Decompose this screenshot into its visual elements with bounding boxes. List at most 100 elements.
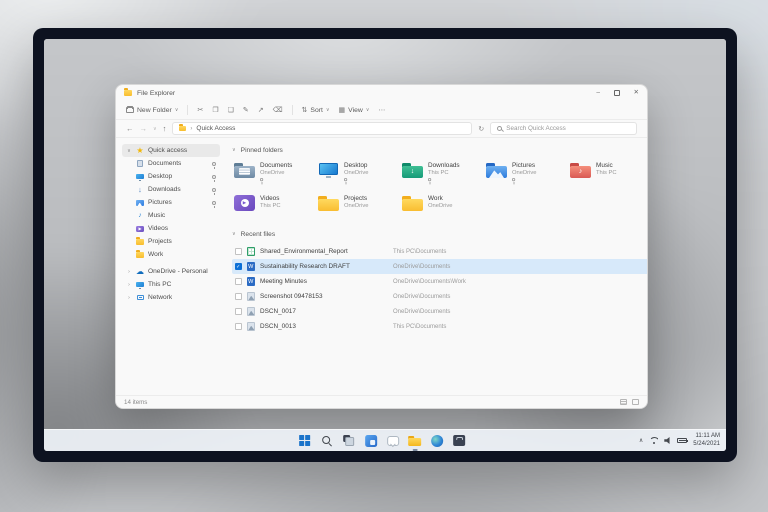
chevron-right-icon[interactable]: › <box>126 295 132 301</box>
sidebar-item-quick-access[interactable]: ∨ ★ Quick access <box>122 144 220 157</box>
minimize-button[interactable]: – <box>596 90 600 97</box>
quick-access-icon: ★ <box>136 147 144 155</box>
file-row[interactable]: DSCN_0017 OneDrive\Documents <box>232 304 648 319</box>
status-bar: 14 items <box>116 395 647 408</box>
chevron-right-icon[interactable]: › <box>126 269 132 275</box>
view-button[interactable]: ▦ View ∨ <box>339 106 370 114</box>
file-row-selected[interactable]: W Sustainability Research DRAFT OneDrive… <box>232 259 648 274</box>
pinned-tile-projects[interactable]: ProjectsOneDrive <box>318 195 402 219</box>
pin-icon <box>212 201 216 205</box>
volume-icon[interactable] <box>664 437 671 444</box>
widgets-button[interactable] <box>364 434 377 447</box>
paste-icon[interactable]: ❏ <box>228 106 234 114</box>
delete-icon[interactable]: ⌫ <box>273 106 283 114</box>
edge-button[interactable] <box>430 434 443 447</box>
search-placeholder: Search Quick Access <box>506 125 566 132</box>
recent-files-header[interactable]: ∨ Recent files <box>232 229 648 239</box>
chevron-right-icon[interactable]: › <box>126 282 132 288</box>
new-folder-button[interactable]: New Folder ∨ <box>126 107 178 114</box>
work-folder-icon <box>402 195 423 211</box>
taskbar-search-button[interactable] <box>320 434 333 447</box>
file-explorer-window: File Explorer – ✕ New Folder ∨ ✂ ❐ ❏ ✎ <box>115 84 648 409</box>
music-icon: ♪ <box>136 212 144 220</box>
date: 5/24/2021 <box>693 441 720 449</box>
new-folder-icon <box>126 107 134 113</box>
search-icon <box>321 435 332 446</box>
window-title: File Explorer <box>137 90 175 97</box>
sidebar-item-work[interactable]: Work <box>122 248 220 261</box>
monitor-bezel: File Explorer – ✕ New Folder ∨ ✂ ❐ ❏ ✎ <box>33 28 737 462</box>
file-explorer-taskbar-button[interactable] <box>408 434 421 447</box>
share-icon[interactable]: ↗ <box>258 106 264 114</box>
back-button[interactable]: ← <box>126 124 134 133</box>
chat-button[interactable] <box>386 434 399 447</box>
breadcrumb-location[interactable]: Quick Access <box>196 125 235 132</box>
pinned-tile-videos[interactable]: ▶ VideosThis PC <box>234 195 318 219</box>
battery-icon[interactable] <box>677 438 687 444</box>
row-checkbox[interactable] <box>235 293 242 300</box>
search-icon <box>497 126 502 131</box>
up-button[interactable]: ↑ <box>163 124 167 133</box>
pinned-tile-music[interactable]: ♪ MusicThis PC <box>570 162 648 186</box>
pinned-tile-desktop[interactable]: DesktopOneDrive <box>318 162 402 186</box>
cut-icon[interactable]: ✂ <box>197 106 203 114</box>
close-button[interactable]: ✕ <box>634 90 639 97</box>
pictures-folder-icon <box>486 162 507 178</box>
pinned-tile-work[interactable]: WorkOneDrive <box>402 195 486 219</box>
sidebar-item-music[interactable]: ♪ Music <box>122 209 220 222</box>
download-icon: ↓ <box>136 186 144 194</box>
details-view-icon[interactable] <box>620 399 627 405</box>
folder-icon <box>179 126 186 131</box>
wifi-icon[interactable] <box>649 437 658 444</box>
chevron-down-icon: ∨ <box>366 107 370 113</box>
sort-button[interactable]: ⇅ Sort ∨ <box>302 106 330 114</box>
file-row[interactable]: Shared_Environmental_Report This PC\Docu… <box>232 244 648 259</box>
chevron-down-icon[interactable]: ∨ <box>126 148 132 154</box>
sidebar-item-network[interactable]: › Network <box>122 291 220 304</box>
task-view-icon <box>343 435 354 446</box>
file-row[interactable]: W Meeting Minutes OneDrive\Documents\Wor… <box>232 274 648 289</box>
file-row[interactable]: Screenshot 09478153 OneDrive\Documents <box>232 289 648 304</box>
taskbar-clock[interactable]: 11:11 AM 5/24/2021 <box>693 433 720 448</box>
title-bar[interactable]: File Explorer – ✕ <box>116 85 647 101</box>
sidebar-item-pictures[interactable]: Pictures <box>122 196 220 209</box>
row-checkbox[interactable] <box>235 323 242 330</box>
image-file-icon <box>247 307 256 316</box>
row-checkbox[interactable] <box>235 278 242 285</box>
sidebar-item-documents[interactable]: Documents <box>122 157 220 170</box>
pinned-tile-downloads[interactable]: ↓ DownloadsThis PC <box>402 162 486 186</box>
folder-icon <box>408 436 421 446</box>
refresh-icon[interactable]: ↻ <box>478 125 484 133</box>
command-bar: New Folder ∨ ✂ ❐ ❏ ✎ ↗ ⌫ ⇅ Sort ∨ ▦ Vi <box>116 101 647 120</box>
maximize-button[interactable] <box>614 90 620 96</box>
search-input[interactable]: Search Quick Access <box>490 122 637 135</box>
recent-locations-button[interactable]: ∨ <box>153 126 157 132</box>
sidebar-item-onedrive[interactable]: › ☁ OneDrive - Personal <box>122 265 220 278</box>
row-checkbox-checked[interactable] <box>235 263 242 270</box>
content-pane: ∨ Pinned folders DocumentsOneDrive Deskt… <box>224 139 648 395</box>
pinned-tile-documents[interactable]: DocumentsOneDrive <box>234 162 318 186</box>
store-button[interactable] <box>452 434 465 447</box>
sidebar-item-this-pc[interactable]: › This PC <box>122 278 220 291</box>
copy-icon[interactable]: ❐ <box>212 106 218 114</box>
task-view-button[interactable] <box>342 434 355 447</box>
sidebar-item-downloads[interactable]: ↓ Downloads <box>122 183 220 196</box>
sidebar-item-projects[interactable]: Projects <box>122 235 220 248</box>
sidebar-item-videos[interactable]: ▶ Videos <box>122 222 220 235</box>
pinned-folders-header[interactable]: ∨ Pinned folders <box>232 145 648 155</box>
large-icons-view-icon[interactable] <box>632 399 639 405</box>
spreadsheet-file-icon <box>247 247 256 256</box>
downloads-folder-icon: ↓ <box>402 162 423 178</box>
start-button[interactable] <box>298 434 311 447</box>
tray-overflow-chevron[interactable]: ∧ <box>639 437 643 444</box>
forward-button[interactable]: → <box>140 124 148 133</box>
breadcrumb[interactable]: › Quick Access <box>172 122 472 135</box>
file-row[interactable]: DSCN_0013 This PC\Documents <box>232 319 648 334</box>
rename-icon[interactable]: ✎ <box>243 106 249 114</box>
more-options-icon[interactable]: ⋯ <box>378 106 385 114</box>
row-checkbox[interactable] <box>235 248 242 255</box>
row-checkbox[interactable] <box>235 308 242 315</box>
sidebar-item-desktop[interactable]: Desktop <box>122 170 220 183</box>
pinned-tile-pictures[interactable]: PicturesOneDrive <box>486 162 570 186</box>
taskbar: ∧ 11:11 AM 5/24/2021 <box>44 429 726 451</box>
